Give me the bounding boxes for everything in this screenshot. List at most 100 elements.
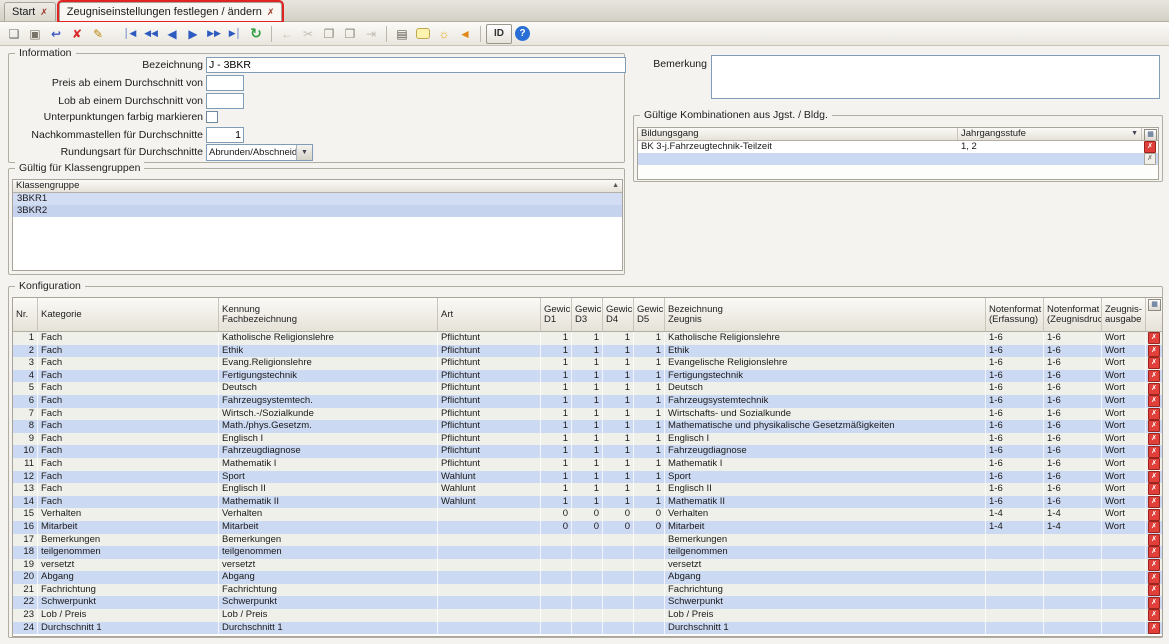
bemerkung-textarea[interactable]: [711, 55, 1160, 99]
delete-row-icon[interactable]: ✗: [1148, 433, 1160, 445]
preis-input[interactable]: [206, 75, 244, 91]
delete-row-icon[interactable]: ✗: [1148, 509, 1160, 521]
konfig-row[interactable]: 11FachMathematik IPflichtunt1111Mathemat…: [13, 458, 1162, 471]
rundungsart-select[interactable]: Abrunden/Abschneiden ▼: [206, 144, 313, 161]
konfig-col-nf_zeugnisdruck[interactable]: Notenformat (Zeugnisdruck): [1044, 298, 1102, 331]
tab-close-icon[interactable]: ✗: [40, 7, 48, 18]
tab-close-icon[interactable]: ✗: [267, 7, 275, 18]
konfig-col-art[interactable]: Art: [438, 298, 541, 331]
print-icon[interactable]: ▤: [392, 24, 412, 44]
chevron-down-icon[interactable]: ▼: [296, 145, 312, 160]
konfig-col-nr[interactable]: Nr.: [13, 298, 38, 331]
column-config-icon[interactable]: ▦: [1148, 299, 1161, 311]
bezeichnung-input[interactable]: [206, 57, 626, 73]
konfig-row[interactable]: 9FachEnglisch IPflichtunt1111Englisch I1…: [13, 433, 1162, 446]
lob-input[interactable]: [206, 93, 244, 109]
delete-row-icon[interactable]: ✗: [1148, 471, 1160, 483]
announce-horn-icon[interactable]: ◄: [455, 24, 475, 44]
klassengruppe-row[interactable]: 3BKR1: [13, 193, 622, 205]
delete-row-icon[interactable]: ✗: [1148, 332, 1160, 344]
kombinationen-col-bildungsgang[interactable]: Bildungsgang: [638, 128, 958, 140]
konfig-row[interactable]: 8FachMath./phys.Gesetzm.Pflichtunt1111Ma…: [13, 420, 1162, 433]
unterpunktungen-checkbox[interactable]: [206, 111, 218, 123]
delete-icon[interactable]: ✘: [67, 24, 87, 44]
delete-row-icon[interactable]: ✗: [1144, 141, 1156, 153]
filter-dropdown-icon[interactable]: ▼: [1129, 129, 1138, 139]
konfig-col-d5[interactable]: Gewicht D5: [634, 298, 665, 331]
konfig-row[interactable]: 17BemerkungenBemerkungenBemerkungen✗: [13, 534, 1162, 547]
konfig-row[interactable]: 3FachEvang.ReligionslehrePflichtunt1111E…: [13, 357, 1162, 370]
nav-fast-back-icon[interactable]: ◀◀: [141, 24, 161, 44]
delete-row-icon[interactable]: ✗: [1148, 408, 1160, 420]
nav-last-icon[interactable]: ▶│: [225, 24, 245, 44]
copy-icon[interactable]: ❐: [319, 24, 339, 44]
hint-bulb-icon[interactable]: ☼: [434, 24, 454, 44]
nav-fast-forward-icon[interactable]: ▶▶: [204, 24, 224, 44]
help-icon[interactable]: ?: [515, 26, 530, 41]
delete-row-icon[interactable]: ✗: [1148, 622, 1160, 634]
delete-row-icon[interactable]: ✗: [1148, 458, 1160, 470]
konfig-row[interactable]: 23Lob / PreisLob / PreisLob / Preis✗: [13, 609, 1162, 622]
konfig-row[interactable]: 16MitarbeitMitarbeit0000Mitarbeit1-41-4W…: [13, 521, 1162, 534]
tab-start[interactable]: Start✗: [4, 2, 56, 21]
nav-first-icon[interactable]: │◀: [120, 24, 140, 44]
konfig-row[interactable]: 2FachEthikPflichtunt1111Ethik1-61-6Wort✗: [13, 345, 1162, 358]
save-icon[interactable]: ▣: [25, 24, 45, 44]
konfig-row[interactable]: 19versetztversetztversetzt✗: [13, 559, 1162, 572]
edit-icon[interactable]: ✎: [88, 24, 108, 44]
konfig-col-d3[interactable]: Gewicht D3: [572, 298, 603, 331]
move-back-icon[interactable]: ←: [277, 24, 297, 44]
konfig-row[interactable]: 13FachEnglisch IIWahlunt1111Englisch II1…: [13, 483, 1162, 496]
kombination-row[interactable]: BK 3-j.Fahrzeugtechnik-Teilzeit1, 2✗: [638, 141, 1158, 153]
delete-row-icon[interactable]: ✗: [1148, 345, 1160, 357]
refresh-icon[interactable]: ↻: [246, 24, 266, 44]
delete-row-icon[interactable]: ✗: [1148, 534, 1160, 546]
delete-row-icon[interactable]: ✗: [1148, 370, 1160, 382]
konfig-row[interactable]: 12FachSportWahlunt1111Sport1-61-6Wort✗: [13, 471, 1162, 484]
konfig-row[interactable]: 14FachMathematik IIWahlunt1111Mathematik…: [13, 496, 1162, 509]
konfig-row[interactable]: 10FachFahrzeugdiagnosePflichtunt1111Fahr…: [13, 445, 1162, 458]
klassengruppen-col-klassengruppe[interactable]: Klassengruppe ▲: [13, 180, 622, 192]
konfig-row[interactable]: 5FachDeutschPflichtunt1111Deutsch1-61-6W…: [13, 382, 1162, 395]
konfig-col-kennung[interactable]: Kennung Fachbezeichnung: [219, 298, 438, 331]
delete-row-icon[interactable]: ✗: [1148, 521, 1160, 533]
id-button[interactable]: ID: [486, 24, 512, 44]
konfig-row[interactable]: 24Durchschnitt 1Durchschnitt 1Durchschni…: [13, 622, 1162, 635]
new-record-icon[interactable]: ❏: [4, 24, 24, 44]
konfig-col-d1[interactable]: Gewicht D1: [541, 298, 572, 331]
kombination-row[interactable]: ✗: [638, 153, 1158, 165]
delete-row-icon[interactable]: ✗: [1148, 546, 1160, 558]
tab-zeugniseinstellungen[interactable]: Zeugniseinstellungen festlegen / ändern✗: [59, 2, 283, 21]
konfig-row[interactable]: 15VerhaltenVerhalten0000Verhalten1-41-4W…: [13, 508, 1162, 521]
delete-row-icon[interactable]: ✗: [1144, 153, 1156, 165]
konfig-row[interactable]: 18teilgenommenteilgenommenteilgenommen✗: [13, 546, 1162, 559]
konfig-col-d4[interactable]: Gewicht D4: [603, 298, 634, 331]
delete-row-icon[interactable]: ✗: [1148, 496, 1160, 508]
konfig-row[interactable]: 20AbgangAbgangAbgang✗: [13, 571, 1162, 584]
delete-row-icon[interactable]: ✗: [1148, 597, 1160, 609]
klassengruppe-row[interactable]: 3BKR2: [13, 205, 622, 217]
delete-row-icon[interactable]: ✗: [1148, 383, 1160, 395]
delete-row-icon[interactable]: ✗: [1148, 420, 1160, 432]
undo-icon[interactable]: ↩: [46, 24, 66, 44]
konfig-col-bezeichnung[interactable]: Bezeichnung Zeugnis: [665, 298, 986, 331]
konfig-row[interactable]: 4FachFertigungstechnikPflichtunt1111Fert…: [13, 370, 1162, 383]
nav-forward-icon[interactable]: ▶: [183, 24, 203, 44]
konfig-col-nf_erfassung[interactable]: Notenformat (Erfassung): [986, 298, 1044, 331]
konfig-row[interactable]: 21FachrichtungFachrichtungFachrichtung✗: [13, 584, 1162, 597]
comment-icon[interactable]: [413, 24, 433, 44]
delete-row-icon[interactable]: ✗: [1148, 483, 1160, 495]
export-icon[interactable]: ⇥: [361, 24, 381, 44]
column-config-icon[interactable]: ▦: [1144, 129, 1157, 140]
konfig-col-kategorie[interactable]: Kategorie: [38, 298, 219, 331]
paste-icon[interactable]: ❒: [340, 24, 360, 44]
delete-row-icon[interactable]: ✗: [1148, 572, 1160, 584]
delete-row-icon[interactable]: ✗: [1148, 357, 1160, 369]
delete-row-icon[interactable]: ✗: [1148, 395, 1160, 407]
delete-row-icon[interactable]: ✗: [1148, 559, 1160, 571]
konfig-col-ausgabe[interactable]: Zeugnis- ausgabe: [1102, 298, 1146, 331]
konfig-row[interactable]: 1FachKatholische ReligionslehrePflichtun…: [13, 332, 1162, 345]
konfig-row[interactable]: 6FachFahrzeugsystemtech.Pflichtunt1111Fa…: [13, 395, 1162, 408]
delete-row-icon[interactable]: ✗: [1148, 446, 1160, 458]
konfig-row[interactable]: 22SchwerpunktSchwerpunktSchwerpunkt✗: [13, 596, 1162, 609]
